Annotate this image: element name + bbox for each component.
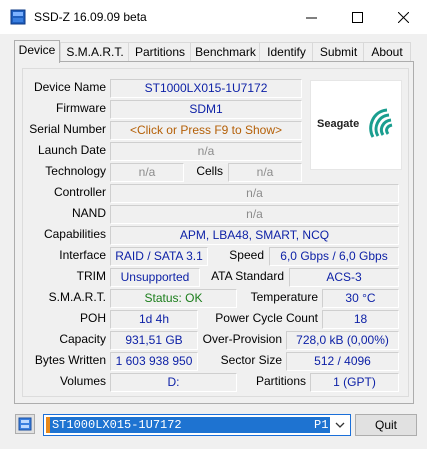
trim-field: Unsupported [110, 268, 200, 287]
temperature-field: 30 °C [322, 289, 399, 308]
power-cycle-count-field: 18 [322, 310, 399, 329]
launch-date-field: n/a [110, 142, 302, 161]
interface-label: Interface [59, 248, 106, 262]
bytes-written-label: Bytes Written [34, 353, 106, 367]
capacity-field: 931,51 GB [110, 331, 198, 350]
volumes-field: D: [110, 373, 237, 392]
interface-field: RAID / SATA 3.1 [110, 247, 208, 266]
ata-standard-field: ACS-3 [289, 268, 399, 287]
drive-selector[interactable]: ST1000LX015-1U7172 P1 [43, 414, 351, 436]
tab-about[interactable]: About [363, 42, 411, 62]
nand-label: NAND [71, 206, 106, 220]
sector-size-label: Sector Size [220, 353, 282, 367]
chevron-down-icon[interactable] [333, 418, 347, 432]
firmware-label: Firmware [56, 101, 106, 115]
close-icon [397, 11, 409, 23]
technology-field: n/a [110, 163, 184, 182]
poh-label: POH [79, 311, 106, 325]
seagate-logo-text: Seagate [317, 118, 360, 130]
window-title: SSD-Z 16.09.09 beta [34, 10, 147, 24]
sector-size-field: 512 / 4096 [286, 352, 399, 371]
over-provision-field: 728,0 kB (0,00%) [286, 331, 399, 350]
minimize-icon [305, 17, 317, 18]
bytes-written-field: 1 603 938 950 [110, 352, 198, 371]
title-bar: SSD-Z 16.09.09 beta [0, 0, 427, 34]
speed-label: Speed [229, 248, 264, 262]
technology-label: Technology [45, 164, 106, 178]
speed-field: 6,0 Gbps / 6,0 Gbps [269, 247, 399, 266]
ssdz-app-icon [10, 9, 26, 25]
seagate-swirl-icon [369, 108, 393, 138]
quit-button[interactable]: Quit [355, 414, 417, 436]
seagate-logo: Seagate [310, 80, 402, 170]
temperature-label: Temperature [250, 290, 318, 304]
capacity-label: Capacity [59, 332, 106, 346]
partitions-field: 1 (GPT) [310, 373, 399, 392]
device-name-label: Device Name [33, 80, 106, 94]
tab-partitions[interactable]: Partitions [128, 42, 192, 62]
drive-selector-value: ST1000LX015-1U7172 [52, 418, 182, 432]
maximize-button[interactable] [334, 0, 380, 34]
poh-field: 1d 4h [110, 310, 198, 329]
serial-number-label: Serial Number [29, 122, 106, 136]
close-button[interactable] [380, 0, 426, 34]
app-window: SSD-Z 16.09.09 beta Device S.M.A.R.T. Pa… [0, 0, 427, 449]
maximize-icon [351, 11, 363, 23]
launch-date-label: Launch Date [37, 143, 106, 157]
power-cycle-count-label: Power Cycle Count [215, 311, 318, 325]
tab-identify[interactable]: Identify [259, 42, 314, 62]
trim-label: TRIM [76, 269, 106, 283]
controller-field: n/a [110, 184, 399, 203]
cells-field: n/a [228, 163, 302, 182]
drive-selector-tag: P1 [314, 418, 329, 432]
capabilities-field: APM, LBA48, SMART, NCQ [110, 226, 399, 245]
controller-label: Controller [53, 185, 106, 199]
ata-standard-label: ATA Standard [211, 269, 284, 283]
over-provision-label: Over-Provision [202, 332, 282, 346]
volumes-label: Volumes [59, 374, 106, 388]
partitions-label: Partitions [255, 374, 306, 388]
capabilities-label: Capabilities [43, 227, 106, 241]
tab-benchmark[interactable]: Benchmark [190, 42, 261, 62]
minimize-button[interactable] [288, 0, 334, 34]
tab-device[interactable]: Device [14, 40, 60, 63]
tab-submit[interactable]: Submit [312, 42, 365, 62]
device-name-field: ST1000LX015-1U7172 [110, 79, 302, 98]
tab-smart[interactable]: S.M.A.R.T. [60, 42, 130, 62]
smart-label: S.M.A.R.T. [48, 290, 106, 304]
cells-label: Cells [196, 164, 223, 178]
nand-field: n/a [110, 205, 399, 224]
serial-number-field[interactable]: <Click or Press F9 to Show> [110, 121, 302, 140]
refresh-icon[interactable] [15, 414, 35, 434]
smart-status-field: Status: OK [110, 289, 237, 308]
firmware-field: SDM1 [110, 100, 302, 119]
